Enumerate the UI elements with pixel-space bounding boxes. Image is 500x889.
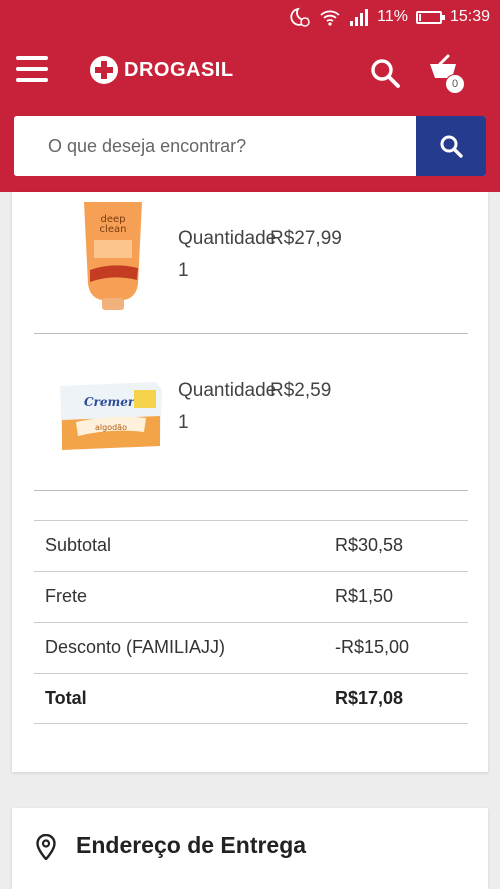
product-price: R$2,59	[270, 380, 332, 401]
summary-row-discount: Desconto (FAMILIAJJ) -R$15,00	[34, 622, 468, 673]
menu-icon[interactable]	[16, 54, 48, 84]
shipping-label: Frete	[45, 586, 88, 606]
summary-row-shipping: Frete R$1,50	[34, 571, 468, 622]
status-bar: 11% 15:39	[0, 0, 500, 36]
total-value: R$17,08	[335, 688, 404, 708]
svg-text:Cremer: Cremer	[84, 395, 136, 409]
product-image-cremer: Cremer algodão	[60, 382, 162, 450]
quantity-label: Quantidade	[178, 380, 277, 401]
subtotal-value: R$30,58	[335, 535, 404, 555]
svg-text:clean: clean	[100, 224, 127, 235]
search-bar	[14, 116, 486, 176]
brand-logo[interactable]: DROGASIL	[90, 56, 234, 84]
quantity-value: 1	[178, 260, 189, 281]
total-label: Total	[45, 688, 87, 708]
summary-row-subtotal: Subtotal R$30,58	[34, 520, 468, 571]
signal-icon	[350, 9, 369, 26]
summary-row-total: Total R$17,08	[34, 673, 468, 724]
subtotal-label: Subtotal	[45, 535, 112, 555]
product-price: R$27,99	[270, 228, 342, 249]
search-submit-button[interactable]	[416, 116, 486, 176]
discount-label: Desconto (FAMILIAJJ)	[45, 637, 226, 657]
logo-cross-icon	[90, 56, 118, 84]
battery-level	[418, 13, 421, 21]
cart-count-badge: 0	[445, 74, 465, 94]
clock: 15:39	[449, 8, 490, 25]
moon-alarm-icon	[290, 7, 310, 27]
status-icons: 11% 15:39	[289, 7, 490, 27]
quantity-value: 1	[178, 412, 189, 433]
search-icon[interactable]	[368, 56, 402, 90]
battery-percent: 11%	[377, 8, 408, 25]
product-image-neutrogena: deep clean	[84, 202, 142, 310]
quantity-label: Quantidade	[178, 228, 277, 249]
delivery-address-title: Endereço de Entrega	[76, 832, 307, 858]
battery-icon	[415, 10, 445, 24]
cart-button[interactable]: 0	[426, 54, 470, 98]
wifi-icon	[320, 10, 340, 26]
discount-value: -R$15,00	[335, 637, 410, 657]
product-item: Cremer algodão Quantidade 1 R$2,59	[34, 334, 468, 491]
shipping-value: R$1,50	[335, 586, 394, 606]
search-input[interactable]	[14, 116, 416, 176]
search-icon	[440, 135, 463, 158]
price-summary-table: Subtotal R$30,58 Frete R$1,50 Desconto (…	[34, 520, 468, 724]
product-item: deep clean Quantidade 1 R$27,99	[34, 192, 468, 334]
location-pin-icon	[36, 834, 56, 860]
brand-name: DROGASIL	[124, 58, 234, 81]
app-header: DROGASIL 0	[0, 36, 500, 192]
order-summary-card: deep clean Quantidade 1 R$27,99 Cremer a…	[12, 192, 488, 772]
delivery-address-card[interactable]: Endereço de Entrega	[12, 808, 488, 889]
svg-text:algodão: algodão	[95, 423, 127, 432]
